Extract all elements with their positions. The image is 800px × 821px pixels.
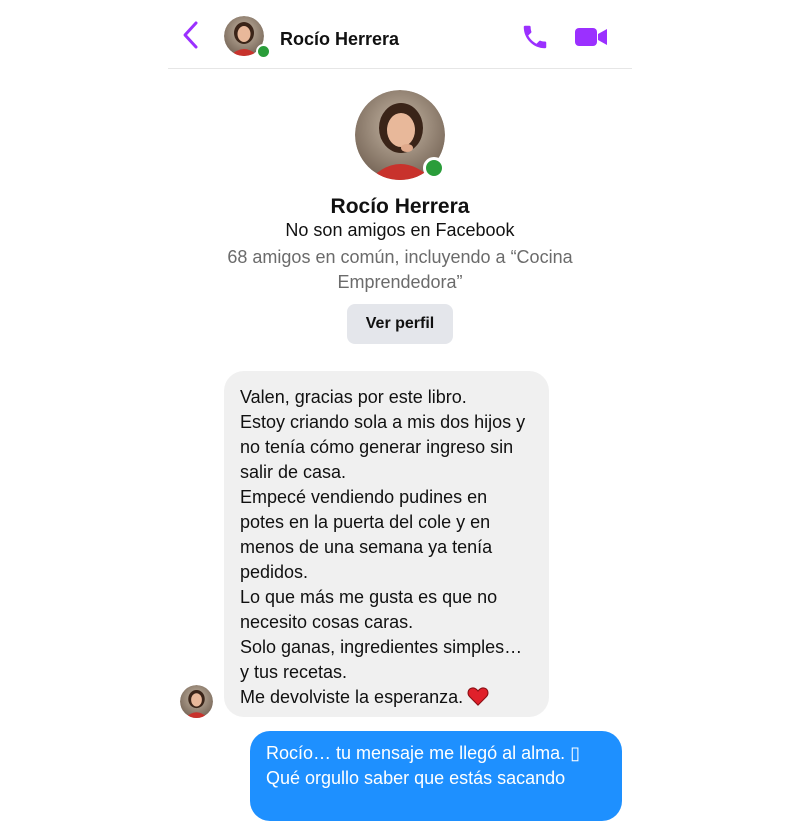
message-line: Valen, gracias por este libro.: [240, 387, 467, 407]
message-line: Rocío… tu mensaje me llegó al alma. ▯: [266, 743, 581, 763]
message-line: y tus recetas.: [240, 662, 348, 682]
profile-name: Rocío Herrera: [330, 195, 470, 218]
online-indicator: [423, 157, 445, 179]
message-line: potes en la puerta del cole y en: [240, 512, 491, 532]
message-line: necesito cosas caras.: [240, 612, 414, 632]
chevron-left-icon[interactable]: [180, 20, 202, 50]
phone-icon[interactable]: [520, 22, 550, 52]
avatar[interactable]: [180, 685, 213, 718]
message-line: Qué orgullo saber que estás sacando: [266, 768, 566, 788]
message-line: Solo ganas, ingredientes simples…: [240, 637, 523, 657]
message-line: Estoy criando sola a mis dos hijos y: [240, 412, 526, 432]
contact-name[interactable]: Rocío Herrera: [280, 29, 399, 50]
video-camera-icon[interactable]: [574, 22, 608, 52]
friendship-status: No son amigos en Facebook: [285, 220, 515, 240]
mutual-friends: 68 amigos en común, incluyendo a “Cocina…: [227, 247, 573, 292]
message-line-last: Me devolviste la esperanza.: [240, 685, 535, 710]
message-text: Me devolviste la esperanza.: [240, 687, 464, 707]
message-line: salir de casa.: [240, 462, 347, 482]
outgoing-message[interactable]: Rocío… tu mensaje me llegó al alma. ▯ Qu…: [250, 731, 622, 821]
heart-icon: [467, 687, 489, 706]
chat-header: Rocío Herrera: [168, 0, 632, 69]
message-line: Empecé vendiendo pudines en: [240, 487, 488, 507]
message-line: menos de una semana ya tenía: [240, 537, 493, 557]
incoming-message[interactable]: Valen, gracias por este libro. Estoy cri…: [224, 371, 549, 717]
view-profile-button[interactable]: Ver perfil: [347, 304, 453, 344]
online-indicator: [256, 44, 271, 59]
message-line: no tenía cómo generar ingreso sin: [240, 437, 514, 457]
message-line: Lo que más me gusta es que no: [240, 587, 498, 607]
message-line: pedidos.: [240, 562, 309, 582]
